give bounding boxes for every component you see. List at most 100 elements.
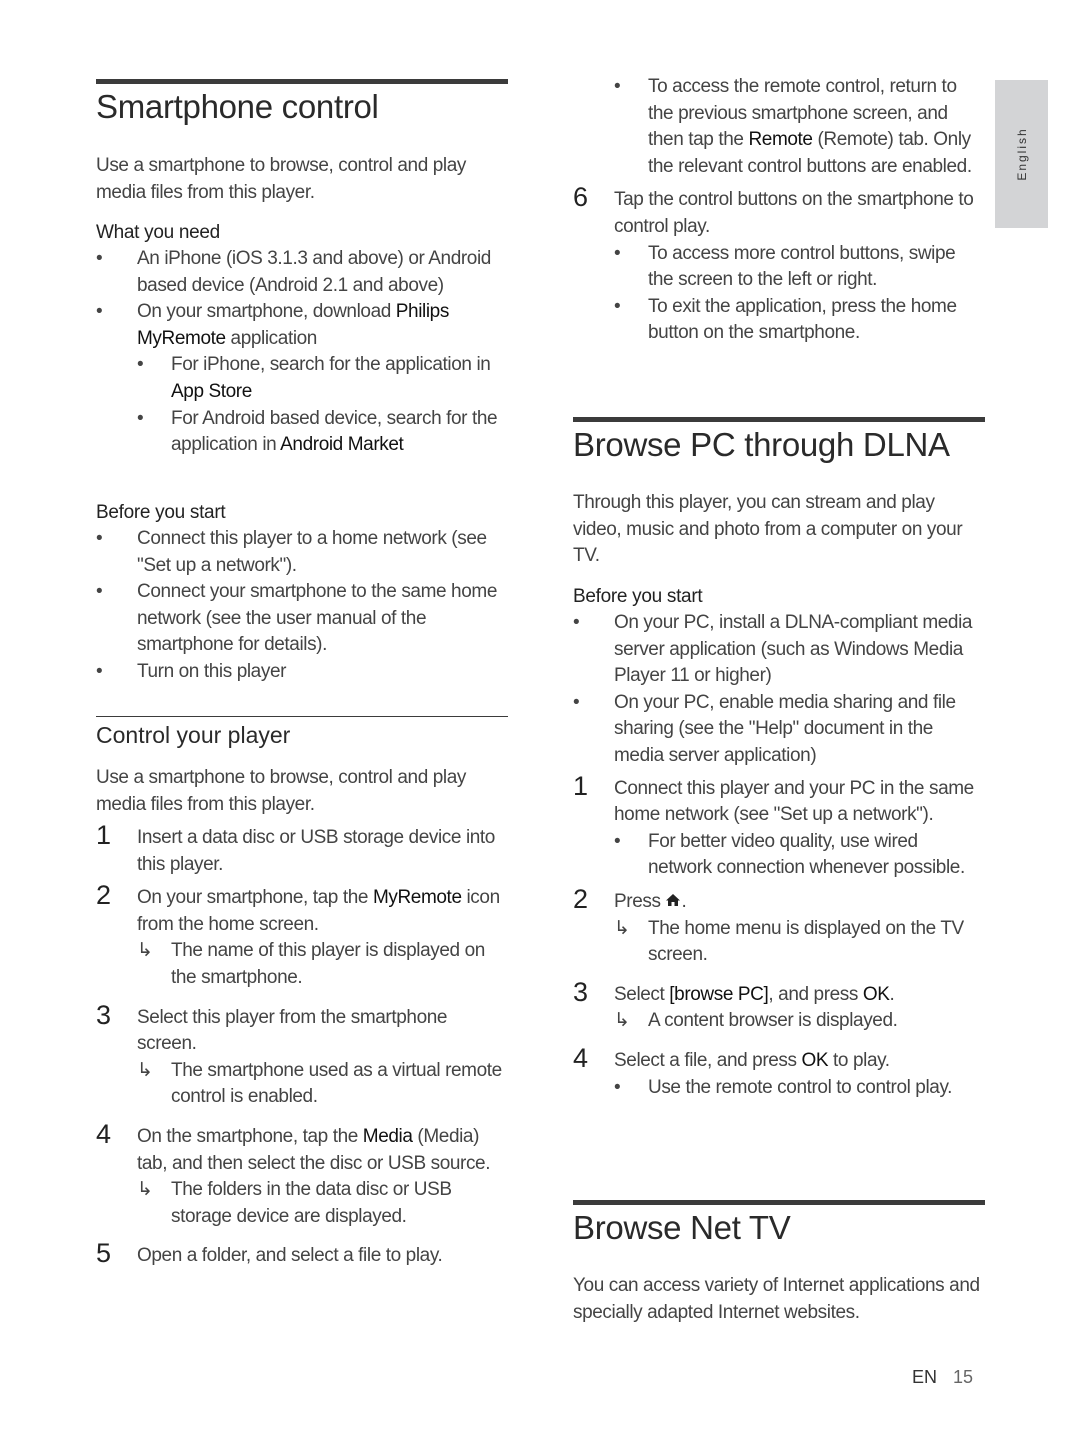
result-arrow-icon: ↳ (137, 940, 153, 962)
subsection-title-control-your-player: Control your player (96, 722, 291, 748)
step-text: , and press (768, 983, 863, 1005)
step-text: Insert a data disc or USB storage device… (137, 827, 495, 875)
store-name: App Store (171, 380, 252, 402)
list-item: • Use the remote control to control play. (573, 1075, 985, 1102)
bullet-icon: • (614, 76, 621, 97)
result-text: A content browser is displayed. (648, 1010, 898, 1032)
bullet-icon: • (96, 301, 103, 323)
step-text: Select a file, and press (614, 1049, 802, 1071)
step-number: 1 (573, 770, 588, 801)
dlna-step-1: 1 Connect this player and your PC in the … (573, 770, 985, 829)
list-item: • An iPhone (iOS 3.1.3 and above) or And… (96, 246, 508, 299)
dlna-step-3-result: ↳ A content browser is displayed. (573, 1008, 985, 1035)
result-text: The smartphone used as a virtual remote … (171, 1059, 502, 1108)
item-text: Connect this player to a home network (s… (137, 528, 487, 576)
before-you-start-heading: Before you start (96, 502, 226, 523)
result-arrow-icon: ↳ (137, 1179, 153, 1201)
bullet-icon: • (137, 354, 144, 376)
step-text: Tap the control buttons on the smartphon… (614, 189, 974, 237)
list-item: • On your smartphone, download Philips M… (96, 299, 508, 352)
section-rule (96, 79, 508, 84)
step-text: . (681, 890, 687, 912)
footer-lang: EN (912, 1367, 938, 1387)
item-text: On your PC, enable media sharing and fil… (614, 691, 956, 766)
list-item: • Turn on this player (96, 659, 508, 686)
section-title-browse-pc: Browse PC through DLNA (573, 426, 950, 463)
item-text: application (225, 327, 318, 349)
step-text: Connect this player and your PC in the s… (614, 777, 974, 826)
bullet-icon: • (614, 1076, 621, 1098)
step-text: Press (614, 890, 666, 912)
step-number: 5 (96, 1238, 111, 1269)
step-2-result: ↳ The name of this player is displayed on… (96, 938, 508, 991)
before-list: • Connect this player to a home network (… (96, 526, 508, 686)
item-text: On your PC, install a DLNA-compliant med… (614, 612, 973, 687)
need-list: • An iPhone (iOS 3.1.3 and above) or And… (96, 246, 508, 459)
step-1: 1 Insert a data disc or USB storage devic… (96, 820, 508, 878)
dlna-step-3: 3 Select [browse PC], and press OK. (573, 976, 985, 1009)
nettv-intro-text: You can access variety of Internet appli… (573, 1275, 980, 1323)
continued-list: • To access the remote control, return to… (573, 74, 985, 347)
dlna-step-2: 2 Press . (573, 886, 985, 916)
control-intro-text: Use a smartphone to browse, control and … (96, 767, 466, 815)
bullet-icon: • (614, 242, 621, 264)
result-arrow-icon: ↳ (137, 1059, 153, 1081)
list-item: • To access more control buttons, swipe t… (573, 241, 985, 294)
item-text: To access more control buttons, swipe th… (648, 242, 956, 291)
step-6: 6 Tap the control buttons on the smartpho… (573, 184, 985, 240)
item-text: To exit the application, press the home … (648, 295, 957, 344)
subsection-rule (96, 716, 508, 717)
bullet-icon: • (614, 295, 621, 317)
menu-name: [browse PC] (669, 983, 769, 1005)
key-name: OK (862, 983, 890, 1005)
list-item: • To access the remote control, return to… (573, 74, 985, 180)
item-text: Connect your smartphone to the same home… (137, 581, 497, 656)
step-number: 3 (573, 976, 588, 1007)
list-item: • On your PC, install a DLNA-compliant me… (573, 610, 985, 690)
bullet-icon: • (96, 248, 103, 269)
bullet-icon: • (96, 660, 103, 682)
dlna-step-2-result: ↳ The home menu is displayed on the TV sc… (573, 916, 985, 969)
item-text: Turn on this player (137, 660, 287, 682)
list-item: • Connect your smartphone to the same hom… (96, 579, 508, 659)
step-text: On the smartphone, tap the (137, 1125, 363, 1147)
dlna-before-list: • On your PC, install a DLNA-compliant me… (573, 610, 985, 1101)
language-label: English (1014, 127, 1029, 181)
step-2: 2 On your smartphone, tap the MyRemote ic… (96, 880, 508, 938)
list-item: • Connect this player to a home network (… (96, 526, 508, 579)
page-number: 15 (953, 1367, 974, 1387)
language-tab: English (995, 80, 1048, 228)
bullet-icon: • (573, 691, 580, 713)
step-text: . (889, 983, 895, 1005)
step-5: 5 Open a folder, and select a file to pla… (96, 1238, 508, 1270)
list-item: • For iPhone, search for the application… (96, 352, 508, 405)
section-rule (573, 417, 985, 422)
bullet-icon: • (137, 407, 144, 429)
before-you-start-heading: Before you start (573, 586, 703, 607)
key-name: OK (801, 1049, 829, 1071)
list-item: • On your PC, enable media sharing and fi… (573, 690, 985, 770)
result-arrow-icon: ↳ (614, 917, 630, 939)
step-number: 1 (96, 820, 111, 850)
bullet-icon: • (96, 528, 103, 549)
section-title-smartphone-control: Smartphone control (96, 88, 379, 125)
bullet-icon: • (614, 830, 621, 852)
step-3: 3 Select this player from the smartphone … (96, 999, 508, 1058)
item-text: Use the remote control to control play. (648, 1076, 953, 1098)
step-text: to play. (828, 1049, 890, 1071)
step-text: Select this player from the smartphone s… (137, 1006, 448, 1055)
home-icon (666, 893, 681, 906)
steps-list: 1 Insert a data disc or USB storage devic… (96, 820, 508, 1270)
step-number: 2 (96, 880, 111, 911)
step-number: 4 (573, 1042, 588, 1073)
step-text: Select (614, 983, 670, 1005)
item-text: On your smartphone, download (137, 301, 396, 323)
tab-name: Remote (748, 129, 813, 151)
step-number: 3 (96, 999, 111, 1030)
result-arrow-icon: ↳ (614, 1010, 630, 1032)
item-text: An iPhone (iOS 3.1.3 and above) or Andro… (137, 248, 491, 296)
list-item: • For Android based device, search for t… (96, 406, 508, 459)
page-footer: EN 15 (912, 1367, 973, 1388)
step-4-result: ↳ The folders in the data disc or USB sto… (96, 1177, 508, 1230)
step-3-result: ↳ The smartphone used as a virtual remote… (96, 1058, 508, 1111)
